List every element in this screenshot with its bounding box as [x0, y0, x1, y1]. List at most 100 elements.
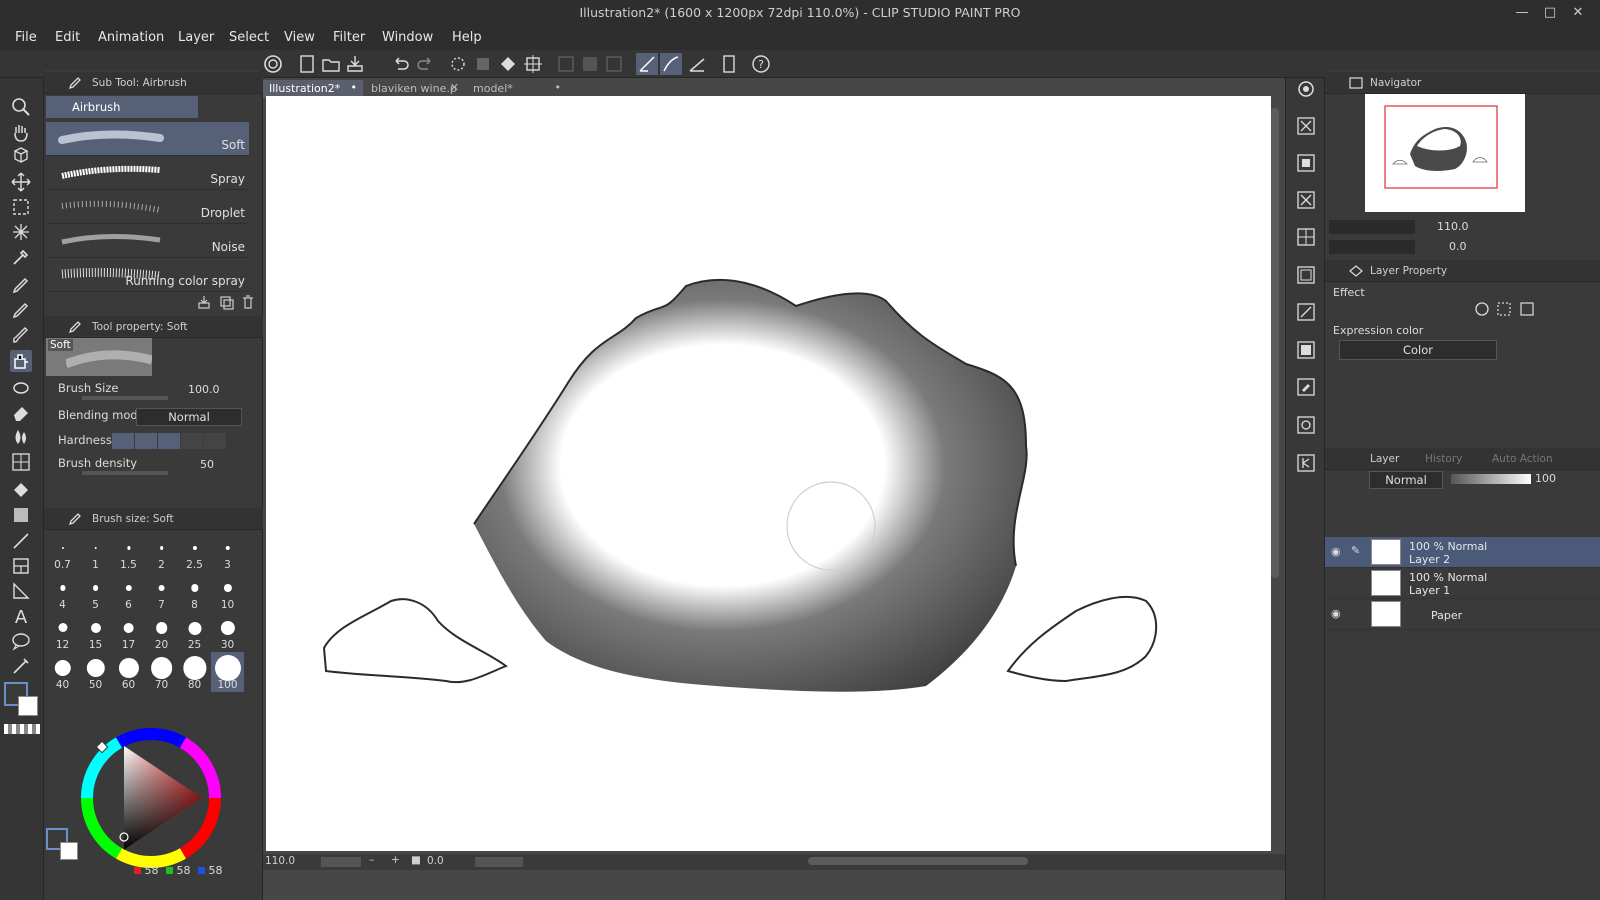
menu-animation[interactable]: Animation — [98, 30, 164, 45]
text-tool-icon[interactable]: A — [10, 605, 32, 627]
effect-icons[interactable] — [1473, 300, 1553, 318]
brush-tool-icon[interactable] — [10, 324, 32, 346]
brush-size-cell[interactable]: 2 — [145, 532, 178, 572]
brush-size-cell[interactable]: 8 — [178, 572, 211, 612]
palette-icon-2[interactable] — [1295, 152, 1317, 174]
ruler-tool-icon[interactable] — [10, 580, 32, 602]
expression-color-dropdown[interactable]: Color — [1339, 340, 1497, 360]
brush-item-running-color-spray[interactable]: Running color spray — [46, 258, 249, 292]
eyedropper-tool-icon[interactable] — [10, 246, 32, 268]
palette-icon-10[interactable] — [1295, 452, 1317, 474]
layer-blend-mode-dropdown[interactable]: Normal — [1369, 471, 1443, 489]
search-icon[interactable] — [1295, 78, 1317, 100]
pencil-tool-icon[interactable] — [10, 299, 32, 321]
redo-icon[interactable] — [414, 53, 436, 75]
palette-icon-5[interactable] — [1295, 264, 1317, 286]
line-tool-icon[interactable] — [10, 530, 32, 552]
brush-size-cell[interactable]: 80 — [178, 652, 211, 692]
correct-line-tool-icon[interactable] — [10, 655, 32, 677]
brush-size-cell[interactable]: 70 — [145, 652, 178, 692]
brush-density-value[interactable]: 50 — [200, 458, 214, 471]
brush-size-cell[interactable]: 5 — [79, 572, 112, 612]
brush-item-soft[interactable]: Soft — [46, 122, 249, 156]
hardness-step-3[interactable] — [158, 433, 180, 449]
balloon-tool-icon[interactable] — [10, 630, 32, 652]
save-icon[interactable] — [344, 53, 366, 75]
brush-size-cell[interactable]: 4 — [46, 572, 79, 612]
undo-icon[interactable] — [390, 53, 412, 75]
zoom-out-icon[interactable]: – — [369, 854, 374, 866]
palette-icon-4[interactable] — [1295, 226, 1317, 248]
palette-icon-8[interactable] — [1295, 376, 1317, 398]
hardness-step-1[interactable] — [112, 433, 134, 449]
brush-size-cell[interactable]: 0.7 — [46, 532, 79, 572]
sub-color-swatch[interactable] — [18, 696, 38, 716]
palette-icon-1[interactable] — [1295, 115, 1317, 137]
eraser-tool-icon[interactable] — [10, 401, 32, 423]
navigator-zoom-value[interactable]: 110.0 — [1437, 220, 1469, 233]
snap-ruler-icon[interactable] — [636, 53, 658, 75]
navigator-zoom-slider[interactable] — [1329, 220, 1415, 234]
rotation-value[interactable]: 0.0 — [427, 855, 444, 867]
snap-special-ruler-icon[interactable] — [660, 53, 682, 75]
brush-size-cell[interactable]: 17 — [112, 612, 145, 652]
subtool-group-tab[interactable]: Airbrush — [46, 96, 198, 118]
menu-file[interactable]: File — [15, 30, 37, 45]
drawing-canvas[interactable] — [266, 96, 1271, 851]
tab-layer[interactable]: Layer — [1370, 453, 1399, 465]
fill-icon[interactable] — [497, 53, 519, 75]
brush-size-row[interactable]: Brush Size 100.0 — [58, 381, 248, 401]
new-file-icon[interactable] — [296, 53, 318, 75]
tablet-icon[interactable] — [718, 53, 740, 75]
gradient-tool-icon[interactable] — [10, 504, 32, 526]
menu-help[interactable]: Help — [452, 30, 482, 45]
decoration-tool-icon[interactable] — [10, 376, 32, 398]
tab-close-icon[interactable]: ✕ — [450, 81, 459, 94]
layer-row-layer1[interactable]: 100 % Normal Layer 1 — [1325, 568, 1600, 599]
zoom-in-icon[interactable]: + — [391, 854, 400, 866]
brush-size-slider[interactable] — [82, 396, 168, 400]
deselect-icon[interactable] — [555, 53, 577, 75]
visibility-eye-icon[interactable]: ◉ — [1331, 545, 1341, 558]
navigator-rotation-value[interactable]: 0.0 — [1449, 240, 1467, 253]
fit-icon[interactable]: ■ — [411, 854, 421, 866]
brush-size-cell[interactable]: 3 — [211, 532, 244, 572]
pen-tool-icon[interactable] — [10, 274, 32, 296]
clear-outside-icon[interactable] — [472, 53, 494, 75]
brush-size-cell[interactable]: 15 — [79, 612, 112, 652]
layer-row-layer2[interactable]: ◉ ✎ 100 % Normal Layer 2 — [1325, 537, 1600, 568]
menu-select[interactable]: Select — [229, 30, 269, 45]
layer-opacity-value[interactable]: 100 — [1535, 472, 1556, 485]
minimize-button[interactable]: — — [1510, 2, 1534, 24]
brush-size-cell[interactable]: 6 — [112, 572, 145, 612]
zoom-tool-icon[interactable] — [10, 96, 32, 118]
brush-size-cell[interactable]: 1 — [79, 532, 112, 572]
brush-size-cell[interactable]: 100 — [211, 652, 244, 692]
selection-tool-icon[interactable] — [10, 196, 32, 218]
brush-size-cell[interactable]: 12 — [46, 612, 79, 652]
brush-size-cell[interactable]: 2.5 — [178, 532, 211, 572]
visibility-eye-icon[interactable]: ◉ — [1331, 607, 1341, 620]
zoom-slider[interactable] — [321, 857, 361, 867]
transform-icon[interactable] — [522, 53, 544, 75]
help-icon[interactable]: ? — [750, 53, 772, 75]
fill-tool-icon[interactable] — [10, 479, 32, 501]
menu-window[interactable]: Window — [382, 30, 433, 45]
move-tool-icon[interactable] — [10, 171, 32, 193]
brush-size-cell[interactable]: 7 — [145, 572, 178, 612]
hardness-step-4[interactable] — [181, 433, 203, 449]
frame-tool-icon[interactable] — [10, 555, 32, 577]
brush-size-cell[interactable]: 25 — [178, 612, 211, 652]
navigator-preview[interactable] — [1365, 94, 1525, 212]
color-sub-swatch[interactable] — [60, 842, 78, 860]
brush-size-value[interactable]: 100.0 — [188, 383, 220, 396]
palette-icon-7[interactable] — [1295, 339, 1317, 361]
open-file-icon[interactable] — [320, 53, 342, 75]
horizontal-scrollbar[interactable] — [808, 857, 1028, 865]
clear-icon[interactable] — [447, 53, 469, 75]
brush-size-cell[interactable]: 60 — [112, 652, 145, 692]
zoom-value[interactable]: 110.0 — [265, 855, 295, 867]
tab-history[interactable]: History — [1425, 453, 1462, 465]
rotation-slider[interactable] — [475, 857, 523, 867]
layer-opacity-slider[interactable] — [1451, 474, 1531, 484]
